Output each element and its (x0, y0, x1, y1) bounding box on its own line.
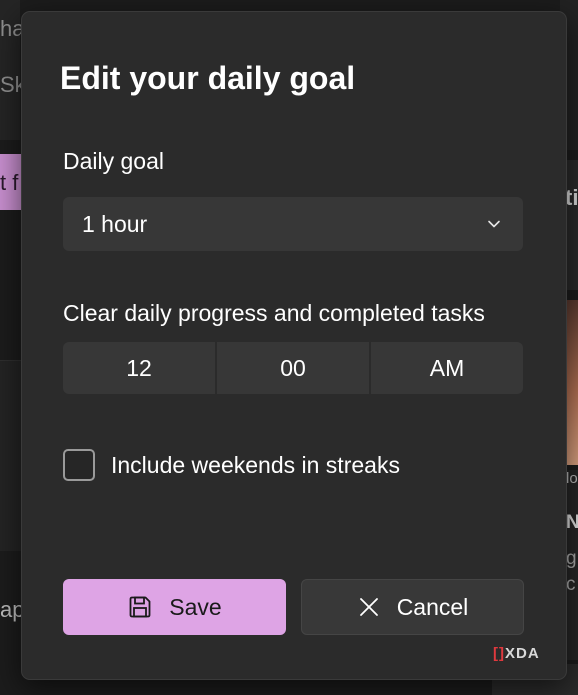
background-text: N (566, 512, 578, 533)
time-minute[interactable]: 00 (217, 342, 369, 394)
save-button-label: Save (169, 593, 222, 620)
daily-goal-value: 1 hour (82, 210, 148, 237)
daily-goal-label: Daily goal (63, 148, 164, 174)
cancel-button[interactable]: Cancel (301, 579, 524, 635)
close-icon (359, 598, 378, 616)
xda-watermark: []XDA (493, 645, 540, 662)
background-text: t f (0, 170, 19, 195)
watermark-bracket-icon: [] (493, 645, 505, 662)
background-text: c (566, 574, 576, 595)
background-text: lo (566, 470, 578, 487)
time-period[interactable]: AM (371, 342, 523, 394)
background-panel (0, 360, 22, 551)
clear-progress-label: Clear daily progress and completed tasks (63, 300, 485, 326)
cancel-button-label: Cancel (396, 593, 469, 620)
edit-daily-goal-dialog: Edit your daily goal Daily goal 1 hour C… (21, 11, 567, 680)
dialog-title: Edit your daily goal (60, 60, 356, 96)
save-button[interactable]: Save (63, 579, 286, 635)
time-hour[interactable]: 12 (63, 342, 215, 394)
include-weekends-label: Include weekends in streaks (111, 451, 400, 478)
daily-goal-select[interactable]: 1 hour (63, 197, 523, 251)
include-weekends-option[interactable]: Include weekends in streaks (63, 449, 400, 481)
background-text: g (566, 548, 577, 569)
chevron-down-icon (488, 220, 500, 228)
include-weekends-checkbox[interactable] (63, 449, 95, 481)
time-picker[interactable]: 12 00 AM (63, 342, 523, 394)
save-icon (129, 596, 151, 618)
watermark-brand: XDA (505, 645, 540, 662)
